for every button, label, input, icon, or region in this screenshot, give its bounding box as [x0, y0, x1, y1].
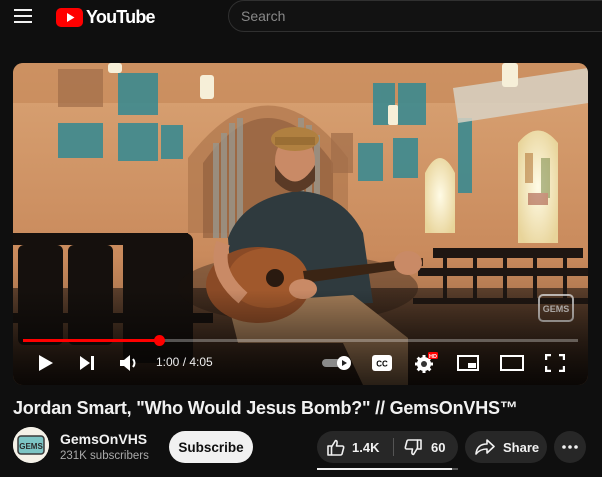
gems-logo-icon: GEMS: [13, 427, 49, 463]
miniplayer-icon: [457, 355, 479, 371]
share-arrow-icon: [475, 439, 495, 455]
logo-text: YouTube: [86, 6, 156, 27]
settings-button[interactable]: HD: [413, 350, 439, 376]
share-button[interactable]: Share: [465, 431, 547, 463]
volume-icon: [120, 355, 136, 371]
share-label: Share: [503, 439, 540, 455]
fullscreen-button[interactable]: [543, 350, 567, 376]
top-bar: YouTube: [0, 0, 602, 34]
settings-gear-icon: HD: [415, 352, 438, 373]
thumbs-up-icon: [327, 439, 345, 456]
youtube-logo[interactable]: YouTube: [56, 6, 156, 28]
subscribe-button[interactable]: Subscribe: [169, 431, 253, 463]
channel-name[interactable]: GemsOnVHS: [60, 431, 147, 447]
captions-button[interactable]: CC: [370, 350, 394, 376]
time-total: 4:05: [189, 355, 213, 369]
progress-bar[interactable]: [23, 335, 578, 346]
autoplay-toggle-icon: [322, 356, 351, 370]
autoplay-toggle[interactable]: [321, 350, 353, 376]
theater-mode-button[interactable]: [499, 350, 525, 376]
like-dislike-group: 1.4K 60: [317, 431, 458, 463]
svg-text:HD: HD: [429, 354, 437, 360]
theater-mode-icon: [500, 355, 524, 371]
svg-text:GEMS: GEMS: [543, 304, 570, 314]
like-ratio-bar: [317, 468, 458, 470]
search-input[interactable]: [241, 8, 541, 24]
subscriber-count: 231K subscribers: [60, 450, 149, 462]
like-count: 1.4K: [352, 439, 380, 455]
svg-text:GEMS: GEMS: [19, 442, 43, 451]
time-display: 1:00 / 4:05: [156, 355, 213, 369]
time-separator: /: [179, 355, 190, 369]
more-actions-button[interactable]: [554, 431, 586, 463]
more-horizontal-icon: [562, 445, 578, 449]
next-icon: [80, 356, 94, 370]
video-frame: [13, 63, 588, 385]
next-button[interactable]: [75, 350, 99, 376]
fullscreen-icon: [545, 354, 565, 372]
youtube-play-logo-icon: [56, 7, 83, 27]
search-box[interactable]: [228, 0, 602, 32]
thumbs-down-icon: [404, 438, 422, 455]
miniplayer-button[interactable]: [456, 350, 480, 376]
svg-text:CC: CC: [376, 360, 388, 369]
like-ratio-fill: [317, 468, 453, 470]
video-player[interactable]: GEMS 1:00 / 4:05 CC HD: [13, 63, 588, 385]
volume-button[interactable]: [117, 350, 141, 376]
progress-played: [23, 339, 159, 342]
like-button[interactable]: 1.4K: [317, 431, 392, 463]
dislike-count: 60: [431, 439, 446, 455]
progress-scrubber-handle[interactable]: [153, 335, 165, 346]
dislike-button[interactable]: 60: [394, 431, 458, 463]
time-current: 1:00: [156, 355, 180, 369]
channel-watermark-logo: GEMS: [538, 294, 574, 322]
video-title: Jordan Smart, "Who Would Jesus Bomb?" //…: [13, 398, 518, 418]
captions-icon: CC: [372, 355, 392, 371]
hamburger-menu-icon[interactable]: [6, 1, 40, 31]
channel-avatar[interactable]: GEMS: [13, 427, 49, 463]
play-button[interactable]: [33, 350, 59, 376]
play-icon: [39, 355, 53, 371]
